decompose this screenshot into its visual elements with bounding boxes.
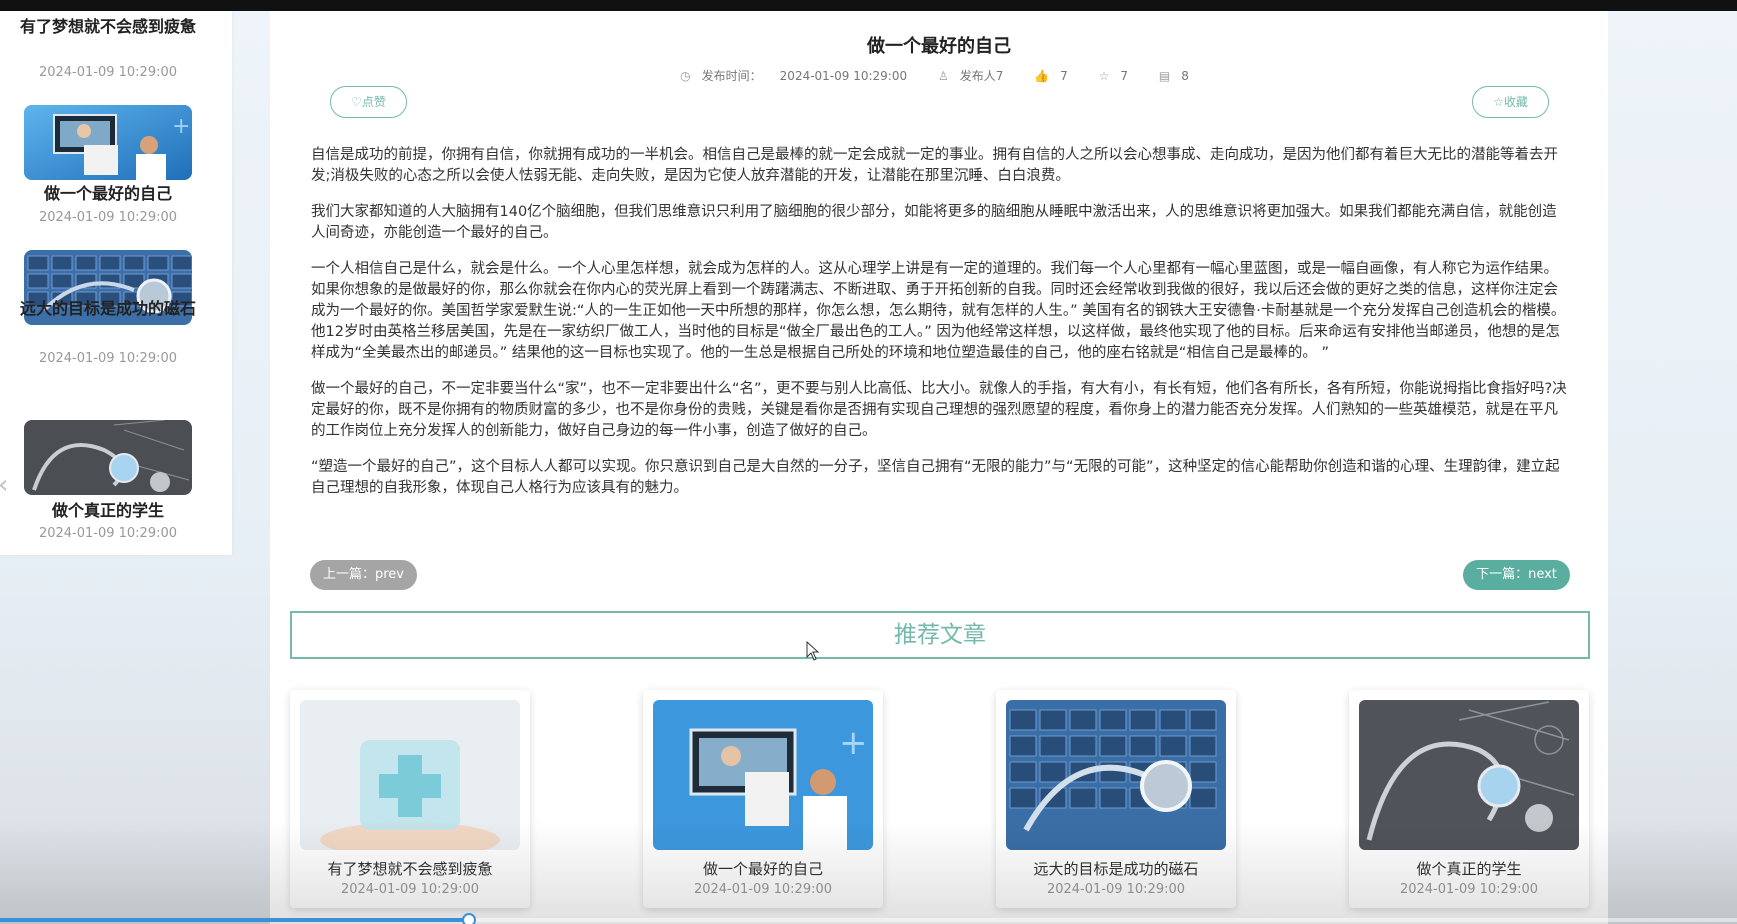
star-icon: ☆: [1493, 95, 1504, 109]
chevron-left-icon[interactable]: ‹: [0, 470, 8, 500]
recommend-card[interactable]: 有了梦想就不会感到疲惫 2024-01-09 10:29:00: [290, 690, 530, 908]
window-top-bar: [0, 0, 1737, 11]
author-name: 发布人7: [959, 69, 1004, 83]
recommend-card[interactable]: 远大的目标是成功的磁石 2024-01-09 10:29:00: [996, 690, 1236, 908]
article-panel: 做一个最好的自己 ◷ 发布时间： 2024-01-09 10:29:00 ♙ 发布人7…: [270, 11, 1608, 924]
recommend-date: 2024-01-09 10:29:00: [693, 882, 833, 897]
video-progress-bar[interactable]: [0, 913, 1737, 924]
favorite-count-value: 7: [1120, 69, 1129, 83]
article-paragraph: 我们大家都知道的人大脑拥有140亿个脑细胞，但我们思维意识只利用了脑细胞的很少部…: [311, 204, 1557, 241]
heart-icon: ♡: [351, 95, 362, 109]
recommend-thumbnail[interactable]: +: [653, 700, 873, 850]
sidebar-item-date: 2024-01-09 10:29:00: [38, 526, 178, 541]
comment-icon: ▤: [1158, 69, 1171, 83]
article-paragraph: 自信是成功的前提，你拥有自信，你就拥有成功的一半机会。相信自己是最棒的就一定会成…: [311, 147, 1558, 184]
sidebar-item-thumbnail[interactable]: +: [24, 105, 192, 180]
article-paragraph: 做一个最好的自己，不一定非要当什么“家”，也不一定非要出什么“名”，更不要与别人…: [311, 381, 1567, 439]
next-article-button[interactable]: 下一篇：next: [1463, 560, 1570, 590]
star-icon: ☆: [1098, 69, 1110, 83]
recommend-title[interactable]: 有了梦想就不会感到疲惫: [290, 858, 530, 879]
article-title: 做一个最好的自己: [867, 36, 1011, 57]
sidebar-item-title[interactable]: 远大的目标是成功的磁石: [20, 297, 196, 321]
like-button-label: 点赞: [361, 95, 386, 109]
recommend-title[interactable]: 远大的目标是成功的磁石: [996, 858, 1236, 879]
article-paragraph: “塑造一个最好的自己”，这个目标人人都可以实现。你只意识到自己是大自然的一分子，…: [311, 459, 1560, 496]
publish-time-label: 发布时间：: [701, 69, 762, 83]
recommend-card[interactable]: + 做一个最好的自己 2024-01-09 10:29:00: [643, 690, 883, 908]
recommend-title[interactable]: 做个真正的学生: [1349, 858, 1589, 879]
sidebar-item-title[interactable]: 有了梦想就不会感到疲惫: [20, 15, 196, 39]
recommend-date: 2024-01-09 10:29:00: [1399, 882, 1539, 897]
favorite-count: ☆ 7: [1099, 69, 1137, 83]
recommend-thumbnail[interactable]: [300, 700, 520, 850]
sidebar-item-thumbnail[interactable]: [24, 420, 192, 495]
like-button[interactable]: ♡点赞: [330, 86, 407, 118]
mouse-cursor-icon: [806, 640, 820, 665]
sidebar-item-date: 2024-01-09 10:29:00: [38, 210, 178, 225]
sidebar-item-title[interactable]: 做一个最好的自己: [20, 182, 196, 206]
publish-time-value: 2024-01-09 10:29:00: [779, 69, 908, 83]
thumbs-up-icon: 👍: [1034, 69, 1050, 83]
video-progress-fill: [0, 918, 469, 922]
recommend-title[interactable]: 做一个最好的自己: [643, 858, 883, 879]
sidebar-article-list: 有了梦想就不会感到疲惫 2024-01-09 10:29:00 + 做一个最好的…: [0, 11, 232, 555]
recommend-header: 推荐文章: [290, 611, 1590, 659]
recommend-thumbnail[interactable]: [1006, 700, 1226, 850]
article-paragraph: 一个人相信自己是什么，就会是什么。一个人心里怎样想，就会成为怎样的人。这从心理学…: [311, 261, 1566, 361]
recommend-card[interactable]: 做个真正的学生 2024-01-09 10:29:00: [1349, 690, 1589, 908]
favorite-button[interactable]: ☆收藏: [1472, 86, 1549, 118]
svg-text:+: +: [172, 114, 190, 139]
svg-text:+: +: [839, 723, 868, 763]
sidebar-item-date: 2024-01-09 10:29:00: [38, 351, 178, 366]
comment-count-value: 8: [1181, 69, 1189, 83]
clock-icon: ◷: [680, 69, 691, 83]
sidebar-item-title[interactable]: 做个真正的学生: [20, 499, 196, 523]
recommend-date: 2024-01-09 10:29:00: [1046, 882, 1186, 897]
user-icon: ♙: [937, 69, 949, 83]
recommend-thumbnail[interactable]: [1359, 700, 1579, 850]
recommend-date: 2024-01-09 10:29:00: [340, 882, 480, 897]
article-body: 自信是成功的前提，你拥有自信，你就拥有成功的一半机会。相信自己是最棒的就一定会成…: [311, 145, 1569, 514]
publish-time: ◷ 发布时间： 2024-01-09 10:29:00: [680, 69, 916, 83]
article-meta: ◷ 发布时间： 2024-01-09 10:29:00 ♙ 发布人7 👍 7 ☆ 7 ▤ 8: [270, 67, 1608, 84]
like-count-value: 7: [1060, 69, 1068, 83]
prev-article-button[interactable]: 上一篇：prev: [310, 560, 417, 590]
like-count: 👍 7: [1034, 69, 1077, 83]
video-progress-handle[interactable]: [461, 913, 476, 924]
sidebar-item-date: 2024-01-09 10:29:00: [38, 65, 178, 80]
favorite-button-label: 收藏: [1503, 95, 1528, 109]
comment-count: ▤ 8: [1159, 69, 1198, 83]
author: ♙ 发布人7: [938, 69, 1012, 83]
